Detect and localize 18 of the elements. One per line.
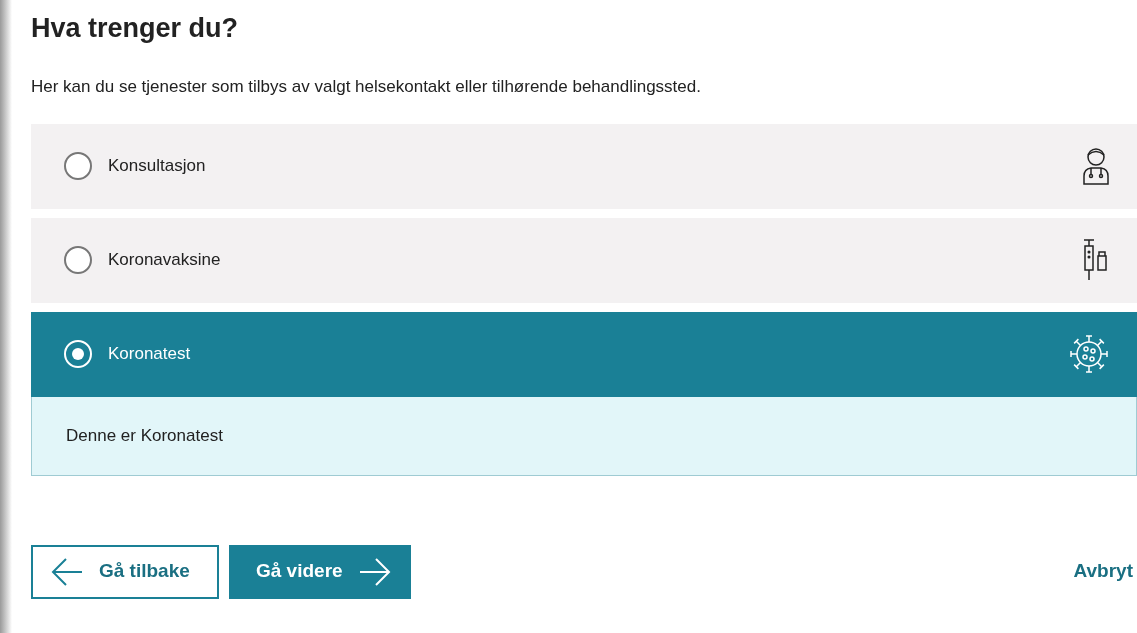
back-button[interactable]: Gå tilbake — [31, 544, 219, 599]
option-label: Koronatest — [108, 343, 192, 366]
service-option[interactable]: Konsultasjon — [31, 123, 1137, 209]
service-option[interactable]: Koronavaksine — [31, 217, 1137, 303]
next-button[interactable]: Gå videre — [229, 544, 411, 599]
option-detail-text: Denne er Koronatest — [66, 424, 223, 447]
page-heading: Hva trenger du? — [31, 12, 240, 45]
option-label: Konsultasjon — [108, 155, 207, 178]
intro-text: Her kan du se tjenester som tilbys av valgt helsekontakt eller tilhørende behandlingssted. — [31, 76, 702, 98]
arrow-right-icon — [358, 556, 391, 587]
virus-icon — [1068, 333, 1110, 375]
cancel-link[interactable]: Avbryt — [1073, 557, 1133, 586]
arrow-left-icon — [51, 556, 83, 587]
service-option[interactable]: Koronatest — [31, 311, 1137, 397]
option-label: Koronavaksine — [108, 249, 222, 272]
doctor-icon — [1082, 146, 1110, 186]
radio-button[interactable] — [64, 246, 92, 274]
radio-button[interactable] — [64, 152, 92, 180]
